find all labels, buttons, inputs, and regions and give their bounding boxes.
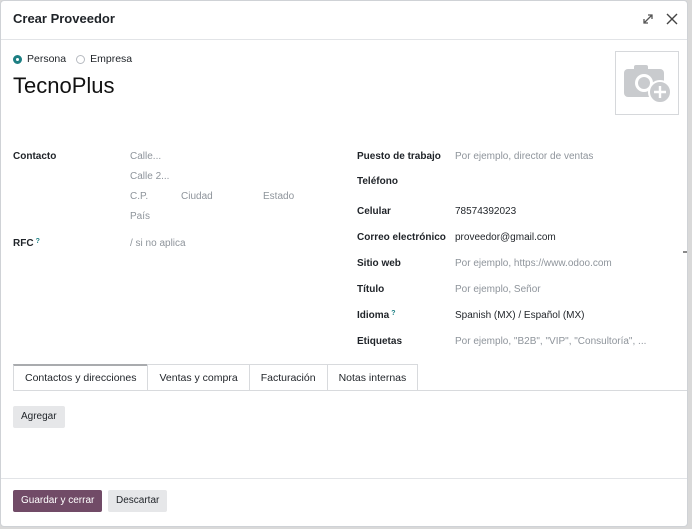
- create-vendor-dialog: Crear Proveedor Persona Empresa TecnoPlu…: [0, 0, 688, 527]
- title-input[interactable]: Por ejemplo, Señor: [455, 284, 541, 295]
- tags-label: Etiquetas: [357, 336, 403, 347]
- website-input[interactable]: Por ejemplo, https://www.odoo.com: [455, 258, 612, 269]
- city-input[interactable]: Ciudad: [181, 191, 213, 202]
- tab-invoicing[interactable]: Facturación: [248, 364, 328, 391]
- discard-button[interactable]: Descartar: [108, 490, 168, 512]
- state-input[interactable]: Estado: [263, 191, 294, 202]
- save-close-button[interactable]: Guardar y cerrar: [13, 490, 103, 512]
- camera-plus-icon: [624, 65, 672, 104]
- title-label: Título: [357, 284, 385, 295]
- tags-input[interactable]: Por ejemplo, "B2B", "VIP", "Consultoría"…: [455, 336, 646, 347]
- tab-internal-notes[interactable]: Notas internas: [326, 364, 419, 391]
- language-label: Idioma?: [357, 310, 396, 321]
- radio-empresa[interactable]: Empresa: [76, 53, 132, 65]
- dialog-header: Crear Proveedor: [1, 1, 687, 40]
- phone-input[interactable]: [455, 176, 655, 188]
- divider: [1, 478, 687, 479]
- help-icon[interactable]: ?: [391, 310, 395, 317]
- notebook-tabs: Contactos y direcciones Ventas y compra …: [13, 364, 419, 391]
- avatar-upload[interactable]: [615, 51, 679, 115]
- rfc-label-text: RFC: [13, 238, 34, 249]
- rfc-input[interactable]: / si no aplica: [130, 238, 186, 249]
- job-label: Puesto de trabajo: [357, 151, 441, 162]
- phone-label: Teléfono: [357, 176, 398, 187]
- rfc-label: RFC?: [13, 238, 40, 249]
- name-field[interactable]: TecnoPlus: [13, 73, 115, 99]
- mobile-input[interactable]: 78574392023: [455, 206, 516, 217]
- radio-empresa-label: Empresa: [90, 53, 133, 65]
- zip-input[interactable]: C.P.: [130, 191, 148, 202]
- contact-label: Contacto: [13, 151, 57, 162]
- close-icon[interactable]: [663, 10, 681, 28]
- email-input[interactable]: proveedor@gmail.com: [455, 232, 556, 243]
- street-input[interactable]: Calle...: [130, 151, 161, 162]
- help-icon[interactable]: ?: [36, 238, 40, 245]
- radio-checked-icon: [13, 54, 22, 64]
- partner-type-selector: Persona Empresa: [13, 53, 142, 65]
- tab-contacts[interactable]: Contactos y direcciones: [13, 364, 149, 391]
- radio-unchecked-icon: [76, 54, 86, 64]
- dialog-title: Crear Proveedor: [13, 11, 115, 26]
- add-contact-button[interactable]: Agregar: [13, 406, 65, 428]
- email-label: Correo electrónico: [357, 232, 446, 243]
- divider: [683, 251, 687, 253]
- divider: [13, 390, 687, 391]
- language-select[interactable]: Spanish (MX) / Español (MX): [455, 310, 585, 321]
- mobile-label: Celular: [357, 206, 391, 217]
- radio-persona[interactable]: Persona: [13, 53, 66, 65]
- expand-icon[interactable]: [639, 10, 657, 28]
- website-label: Sitio web: [357, 258, 401, 269]
- tab-sales-purchase[interactable]: Ventas y compra: [147, 364, 250, 391]
- job-input[interactable]: Por ejemplo, director de ventas: [455, 151, 593, 162]
- street2-input[interactable]: Calle 2...: [130, 171, 169, 182]
- country-input[interactable]: País: [130, 211, 150, 222]
- radio-persona-label: Persona: [27, 53, 67, 65]
- language-label-text: Idioma: [357, 310, 390, 321]
